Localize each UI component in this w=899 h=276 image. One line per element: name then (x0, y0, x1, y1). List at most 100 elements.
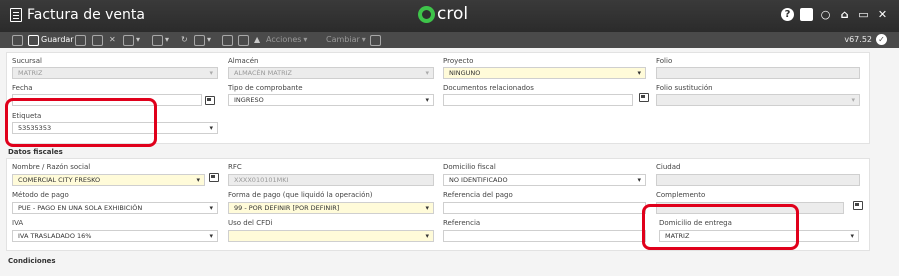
fecha-label: Fecha (12, 84, 33, 92)
conditions-section-title: Condiciones (8, 257, 56, 265)
folio-label: Folio (656, 57, 673, 65)
actions-label: Acciones (266, 35, 302, 44)
iva-value: IVA TRASLADADO 16% (18, 232, 92, 240)
tipo-comprobante-value: INGRESO (234, 96, 264, 104)
folio-sustitucion-select[interactable]: ▾ (656, 94, 860, 106)
highlight-box-domicilio-entrega (642, 204, 799, 250)
proyecto-select[interactable]: NINGUNO ▾ (443, 67, 646, 79)
help-icon[interactable]: ? (781, 8, 794, 21)
domicilio-fiscal-label: Domicilio fiscal (443, 163, 496, 171)
home-icon[interactable]: ⌂ (838, 8, 851, 21)
change-menu[interactable]: Cambiar ▾ (326, 34, 366, 46)
highlight-box-etiqueta (5, 98, 157, 147)
version-info: v67.52 ✓ (844, 34, 887, 45)
tool-icon[interactable]: ▲ (254, 34, 260, 46)
uso-cfdi-select[interactable]: ▾ (228, 230, 434, 242)
folio-field[interactable] (656, 67, 860, 79)
tipo-comprobante-label: Tipo de comprobante (228, 84, 303, 92)
forma-pago-value: 99 - POR DEFINIR [POR DEFINIR] (234, 204, 340, 212)
domicilio-fiscal-select[interactable]: NO IDENTIFICADO ▾ (443, 174, 646, 186)
record-icon[interactable] (800, 8, 813, 21)
complement-search-icon[interactable] (853, 201, 863, 210)
export-icon[interactable]: ▾ (152, 34, 169, 46)
referencia-pago-label: Referencia del pago (443, 191, 513, 199)
filter-icon[interactable]: ▾ (194, 34, 211, 46)
edit-icon[interactable] (75, 34, 86, 46)
calendar-icon[interactable] (205, 96, 215, 105)
actions-menu[interactable]: Acciones ▾ (266, 34, 307, 46)
forma-pago-label: Forma de pago (que liquidó la operación) (228, 191, 373, 199)
sucursal-label: Sucursal (12, 57, 42, 65)
change-label: Cambiar (326, 35, 360, 44)
rfc-value: XXXX010101MKI (234, 176, 289, 184)
delete-icon[interactable]: ✕ (109, 34, 116, 46)
chevron-down-icon: ▾ (209, 69, 213, 77)
minimize-icon[interactable]: ▭ (857, 8, 870, 21)
metodo-pago-select[interactable]: PUE - PAGO EN UNA SOLA EXHIBICIÓN ▾ (12, 202, 218, 214)
almacen-select[interactable]: ALMACÉN MATRIZ ▾ (228, 67, 434, 79)
almacen-label: Almacén (228, 57, 259, 65)
save-label: Guardar (41, 35, 74, 44)
forma-pago-select[interactable]: 99 - POR DEFINIR [POR DEFINIR] ▾ (228, 202, 434, 214)
ciudad-label: Ciudad (656, 163, 681, 171)
window-title: Factura de venta (10, 7, 145, 23)
sucursal-select[interactable]: MATRIZ ▾ (12, 67, 218, 79)
save-button[interactable]: Guardar (28, 34, 74, 46)
tree-icon[interactable] (238, 34, 249, 46)
metodo-pago-value: PUE - PAGO EN UNA SOLA EXHIBICIÓN (18, 204, 143, 212)
documentos-label: Documentos relacionados (443, 84, 534, 92)
referencia-label: Referencia (443, 219, 481, 227)
title-bar: Factura de venta crol ? ○ ⌂ ▭ ✕ (0, 0, 899, 32)
proyecto-label: Proyecto (443, 57, 474, 65)
invoice-window: Factura de venta crol ? ○ ⌂ ▭ ✕ Guardar … (0, 0, 899, 276)
sucursal-value: MATRIZ (18, 69, 43, 77)
documentos-field[interactable] (443, 94, 633, 106)
chat-icon[interactable]: ○ (819, 8, 832, 21)
nombre-label: Nombre / Razón social (12, 163, 91, 171)
domicilio-fiscal-value: NO IDENTIFICADO (449, 176, 508, 184)
folio-sustitucion-label: Folio sustitución (656, 84, 713, 92)
check-icon[interactable]: ✓ (876, 34, 887, 45)
proyecto-value: NINGUNO (449, 69, 481, 77)
tipo-comprobante-select[interactable]: INGRESO ▾ (228, 94, 434, 106)
chevron-down-icon: ▾ (425, 232, 429, 240)
chevron-down-icon: ▾ (209, 232, 213, 240)
uso-cfdi-label: Uso del CFDi (228, 219, 273, 227)
print-icon[interactable]: ▾ (123, 34, 140, 46)
toolbar: Guardar ✕ ▾ ▾ ↻ ▾ ▲ Acciones ▾ Cambiar ▾… (0, 32, 899, 48)
window-controls: ? ○ ⌂ ▭ ✕ (781, 8, 889, 21)
complemento-label: Complemento (656, 191, 706, 199)
search-icon[interactable] (639, 93, 649, 102)
almacen-value: ALMACÉN MATRIZ (234, 69, 292, 77)
ciudad-field[interactable] (656, 174, 860, 186)
right-gutter (874, 48, 899, 276)
chevron-down-icon: ▾ (209, 124, 213, 132)
metodo-pago-label: Método de pago (12, 191, 69, 199)
rfc-field[interactable]: XXXX010101MKI (228, 174, 434, 186)
save-icon (28, 34, 39, 46)
crol-logo-text: crol (437, 4, 469, 24)
rfc-label: RFC (228, 163, 242, 171)
chevron-down-icon: ▾ (425, 204, 429, 212)
nombre-select[interactable]: COMERCIAL CITY FRESKO ▾ (12, 174, 205, 186)
grid-icon[interactable] (222, 34, 233, 46)
referencia-field[interactable] (443, 230, 646, 242)
iva-select[interactable]: IVA TRASLADADO 16% ▾ (12, 230, 218, 242)
chevron-down-icon: ▾ (637, 69, 641, 77)
save-as-icon[interactable] (92, 34, 103, 46)
new-icon[interactable] (12, 34, 23, 46)
document-icon (10, 8, 22, 22)
refresh-icon[interactable]: ↻ (181, 34, 188, 46)
window-title-text: Factura de venta (27, 7, 145, 23)
chevron-down-icon: ▾ (851, 96, 855, 104)
chevron-down-icon: ▾ (209, 204, 213, 212)
nombre-value: COMERCIAL CITY FRESKO (18, 176, 101, 184)
chevron-down-icon: ▾ (637, 176, 641, 184)
version-text: v67.52 (844, 35, 872, 44)
attachment-icon[interactable] (370, 34, 381, 46)
chevron-down-icon: ▾ (196, 176, 200, 184)
fiscal-section-title: Datos fiscales (8, 148, 63, 156)
referencia-pago-field[interactable] (443, 202, 646, 214)
customer-card-icon[interactable] (209, 173, 219, 182)
close-icon[interactable]: ✕ (876, 8, 889, 21)
